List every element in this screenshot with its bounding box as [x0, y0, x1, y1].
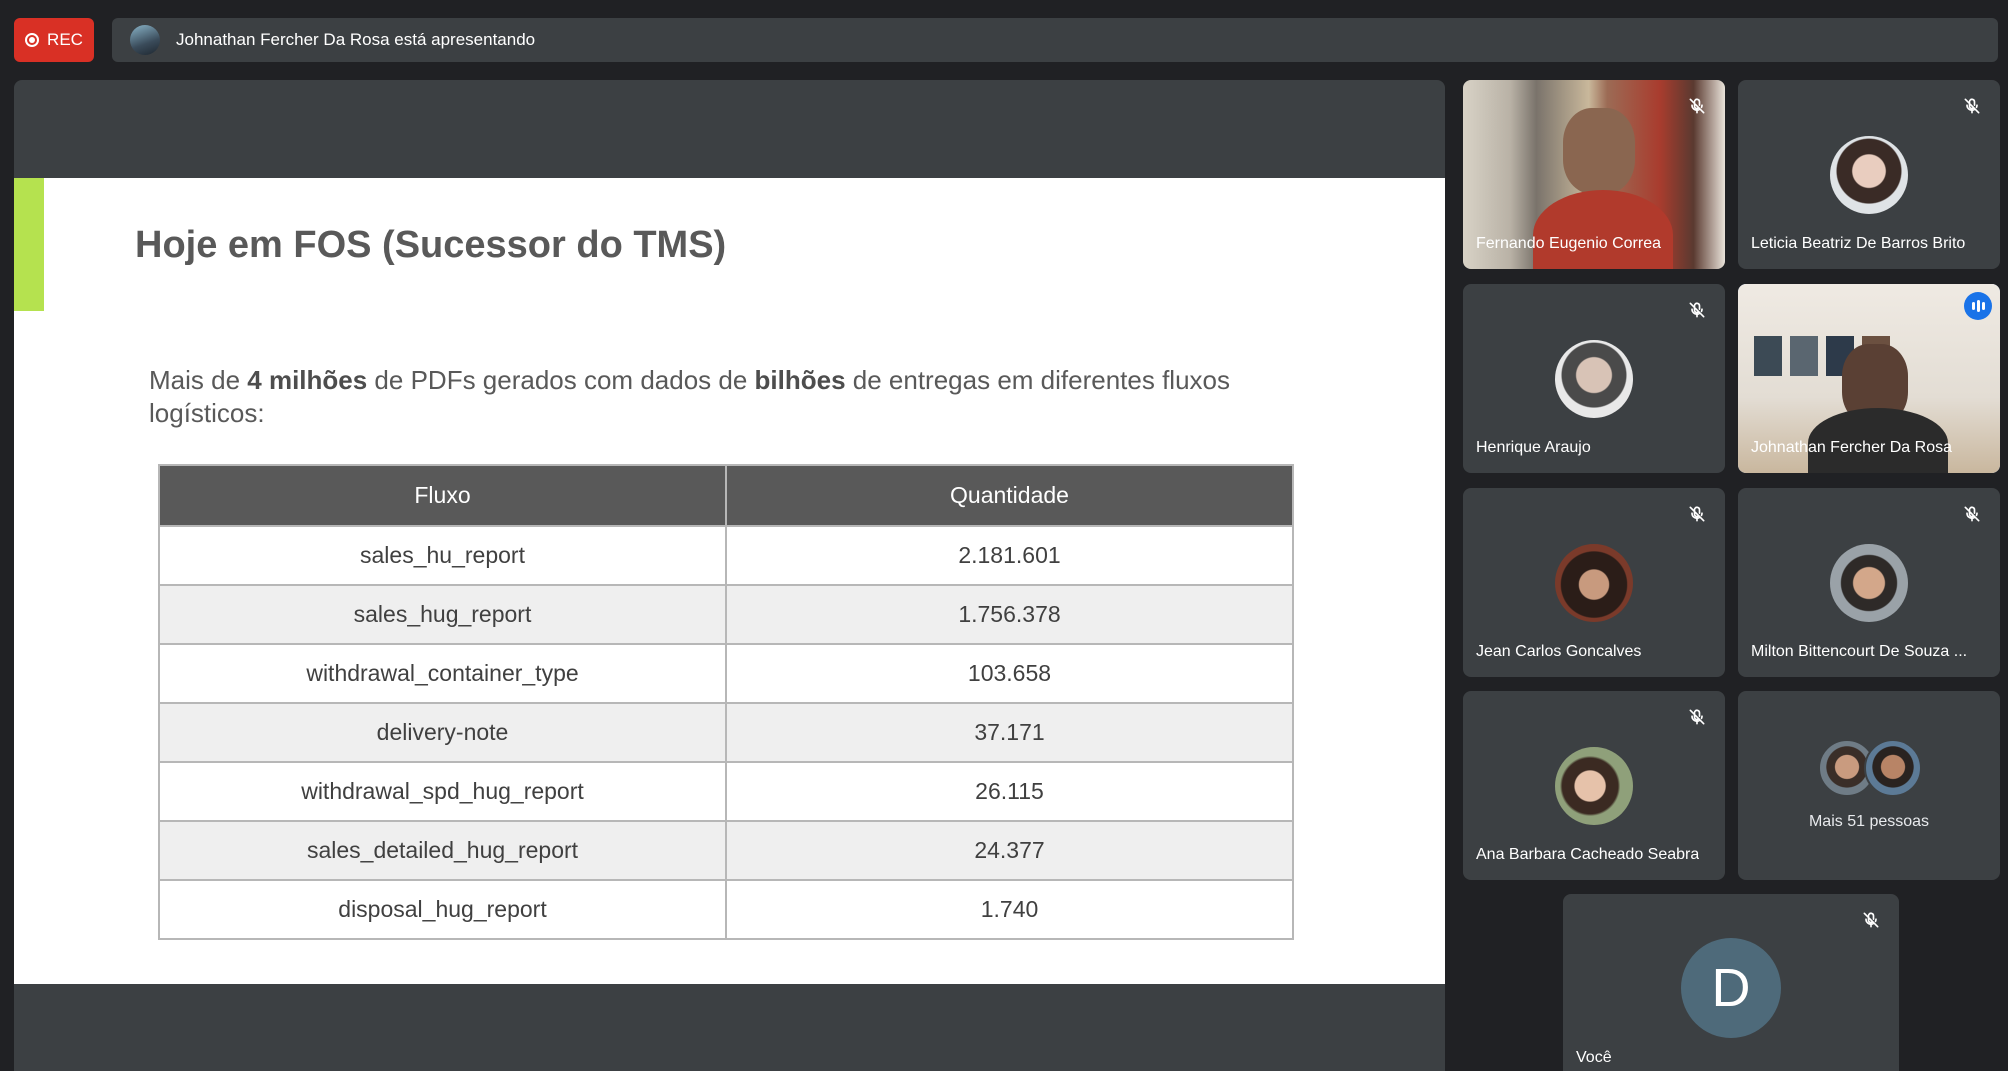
presenting-text: Johnathan Fercher Da Rosa está apresenta… [176, 30, 536, 49]
participant-tile-jean-carlos[interactable]: Jean Carlos Goncalves [1463, 488, 1725, 677]
wall-poster [1754, 336, 1782, 376]
cell-fluxo: delivery-note [158, 702, 727, 763]
participant-avatar [1830, 544, 1908, 622]
slide-accent-bar [14, 178, 44, 311]
participant-tile-milton[interactable]: Milton Bittencourt De Souza ... [1738, 488, 2000, 677]
presenter-avatar [130, 25, 160, 55]
cell-fluxo: withdrawal_container_type [158, 643, 727, 704]
cell-quantidade: 24.377 [725, 820, 1294, 881]
more-participants-avatars [1818, 739, 1922, 797]
rec-label: REC [47, 30, 83, 49]
participant-name: Henrique Araujo [1476, 439, 1591, 456]
slide-title: Hoje em FOS (Sucessor do TMS) [135, 224, 727, 266]
participant-name: Fernando Eugenio Correa [1476, 235, 1662, 252]
participant-avatar [1555, 544, 1633, 622]
more-participants-tile[interactable]: Mais 51 pessoas [1738, 691, 2000, 880]
cell-fluxo: sales_detailed_hug_report [158, 820, 727, 881]
mic-off-icon [1689, 302, 1705, 318]
table-row: sales_hu_report 2.181.601 [158, 525, 1294, 586]
table-row: disposal_hug_report 1.740 [158, 879, 1294, 940]
self-avatar: D [1681, 938, 1781, 1038]
mic-off-icon [1689, 98, 1705, 114]
participant-tile-leticia[interactable]: Leticia Beatriz De Barros Brito [1738, 80, 2000, 269]
recording-indicator[interactable]: REC [14, 18, 94, 62]
cell-fluxo: withdrawal_spd_hug_report [158, 761, 727, 822]
cell-fluxo: sales_hu_report [158, 525, 727, 586]
wall-poster [1790, 336, 1818, 376]
intro-text: Mais de [149, 365, 248, 395]
cell-quantidade: 2.181.601 [725, 525, 1294, 586]
table-row: sales_detailed_hug_report 24.377 [158, 820, 1294, 881]
presentation-slide: Hoje em FOS (Sucessor do TMS) Mais de 4 … [14, 178, 1445, 984]
flux-table: Fluxo Quantidade sales_hu_report 2.181.60… [158, 464, 1294, 940]
cell-quantidade: 37.171 [725, 702, 1294, 763]
mic-off-icon [1964, 98, 1980, 114]
table-row: withdrawal_spd_hug_report 26.115 [158, 761, 1294, 822]
speaking-indicator-icon [1964, 292, 1992, 320]
cell-quantidade: 1.740 [725, 879, 1294, 940]
cell-fluxo: sales_hug_report [158, 584, 727, 645]
slide-intro: Mais de 4 milhões de PDFs gerados com da… [149, 364, 1249, 430]
participant-avatar [1555, 747, 1633, 825]
participant-tile-fernando[interactable]: Fernando Eugenio Correa [1463, 80, 1725, 269]
participant-avatar [1830, 136, 1908, 214]
participant-name: Jean Carlos Goncalves [1476, 643, 1642, 660]
record-icon [25, 33, 40, 47]
intro-text: de PDFs gerados com dados de [367, 365, 755, 395]
cell-quantidade: 103.658 [725, 643, 1294, 704]
more-participants-label: Mais 51 pessoas [1808, 813, 1930, 830]
cell-quantidade: 1.756.378 [725, 584, 1294, 645]
participant-face [1563, 108, 1635, 194]
table-row: sales_hug_report 1.756.378 [158, 584, 1294, 645]
mic-off-icon [1863, 912, 1879, 928]
participant-name: Você [1576, 1049, 1612, 1066]
participant-name: Milton Bittencourt De Souza ... [1751, 643, 1968, 660]
participant-name: Johnathan Fercher Da Rosa [1751, 439, 1952, 456]
participant-avatar [1864, 739, 1922, 797]
participant-tile-ana-barbara[interactable]: Ana Barbara Cacheado Seabra [1463, 691, 1725, 880]
column-header-quantidade: Quantidade [725, 464, 1294, 527]
table-row: delivery-note 37.171 [158, 702, 1294, 763]
participant-avatar [1555, 340, 1633, 418]
mic-off-icon [1964, 506, 1980, 522]
table-header-row: Fluxo Quantidade [158, 464, 1294, 527]
participant-name: Ana Barbara Cacheado Seabra [1476, 846, 1700, 863]
participant-name: Leticia Beatriz De Barros Brito [1751, 235, 1966, 252]
mic-off-icon [1689, 506, 1705, 522]
cell-quantidade: 26.115 [725, 761, 1294, 822]
table-row: withdrawal_container_type 103.658 [158, 643, 1294, 704]
intro-bold-millions: 4 milhões [247, 365, 368, 395]
presenting-banner: Johnathan Fercher Da Rosa está apresenta… [112, 18, 1998, 62]
column-header-fluxo: Fluxo [158, 464, 727, 527]
participant-tile-johnathan[interactable]: Johnathan Fercher Da Rosa [1738, 284, 2000, 473]
mic-off-icon [1689, 709, 1705, 725]
cell-fluxo: disposal_hug_report [158, 879, 727, 940]
participant-tile-henrique[interactable]: Henrique Araujo [1463, 284, 1725, 473]
intro-bold-billions: bilhões [754, 365, 846, 395]
self-tile[interactable]: D Você [1563, 894, 1899, 1071]
